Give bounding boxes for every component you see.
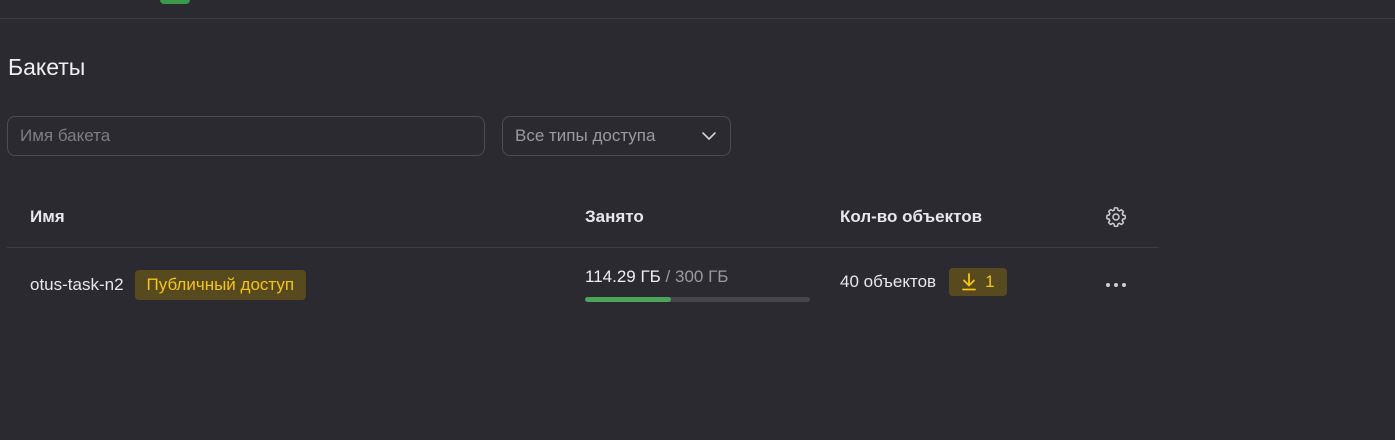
gear-icon[interactable] (1104, 205, 1128, 229)
objects-count: 40 объектов (840, 272, 937, 291)
column-header-objects[interactable]: Кол-во объектов (840, 207, 982, 227)
column-header-size[interactable]: Занято (585, 207, 644, 227)
buckets-table: Имя Занято Кол-во объектов otus-task-n2 … (7, 190, 1159, 323)
bucket-search-input[interactable] (7, 116, 485, 156)
usage-progress-bar (585, 297, 810, 302)
downloads-badge[interactable]: 1 (949, 268, 1007, 296)
top-bar (0, 0, 1395, 19)
objects-cell: 40 объектов 1 (840, 268, 1007, 296)
usage-progress-fill (585, 297, 671, 302)
access-type-select-value: Все типы доступа (515, 126, 656, 145)
top-bar-badge (160, 0, 190, 4)
size-separator: / (660, 267, 675, 286)
access-type-select[interactable]: Все типы доступа (502, 116, 731, 156)
column-header-name[interactable]: Имя (30, 207, 65, 227)
size-cell: 114.29 ГБ / 300 ГБ (585, 267, 810, 302)
page-title: Бакеты (8, 54, 86, 80)
downloads-count: 1 (985, 272, 995, 291)
size-used: 114.29 ГБ (585, 267, 661, 286)
size-total: 300 ГБ (675, 267, 729, 286)
more-icon[interactable] (1104, 278, 1128, 292)
bucket-name-link[interactable]: otus-task-n2 (30, 275, 124, 295)
table-row[interactable]: otus-task-n2 Публичный доступ 114.29 ГБ … (7, 248, 1159, 323)
access-badge: Публичный доступ (134, 270, 307, 300)
chevron-down-icon (700, 127, 718, 145)
bucket-name-cell: otus-task-n2 Публичный доступ (30, 270, 307, 300)
download-icon (961, 273, 977, 291)
size-text: 114.29 ГБ / 300 ГБ (585, 267, 810, 287)
table-header: Имя Занято Кол-во объектов (7, 190, 1159, 248)
